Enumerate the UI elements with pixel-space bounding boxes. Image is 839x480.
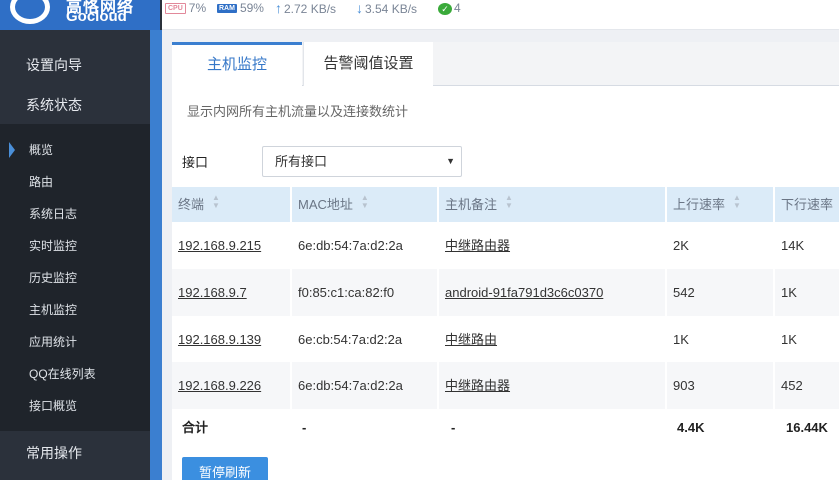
sidebar-item-app-stats[interactable]: 应用统计: [0, 326, 150, 358]
sort-icon[interactable]: ▲ ▼: [733, 194, 741, 210]
top-bar: 高恪网络 Gocloud CPU 7% RAM 59% ↑ 2.72 KB/s ↓ 3.…: [0, 0, 839, 30]
total-mac: -: [302, 420, 307, 435]
sidebar-item-route[interactable]: 路由: [0, 166, 150, 198]
total-download: 16.44K: [786, 420, 828, 435]
row-download: 1K: [775, 269, 839, 316]
upload-value: 2.72 KB/s: [284, 2, 337, 16]
download-stat: ↓ 3.54 KB/s: [356, 0, 417, 16]
sidebar-item-system-log[interactable]: 系统日志: [0, 198, 150, 230]
row-download: 452: [775, 362, 839, 409]
row-mac: f0:85:c1:ca:82:f0: [292, 269, 439, 316]
table-row: 192.168.9.226 6e:db:54:7a:d2:2a 中继路由器 90…: [172, 362, 839, 409]
sidebar-item-label: 概览: [29, 143, 54, 157]
sidebar-item-realtime-monitor[interactable]: 实时监控: [0, 230, 150, 262]
caret-down-icon: ▼: [446, 156, 455, 166]
interface-label: 接口: [182, 155, 209, 170]
upload-stat: ↑ 2.72 KB/s: [275, 0, 336, 16]
row-upload: 2K: [667, 222, 775, 269]
ram-icon: RAM: [217, 4, 237, 13]
sidebar-item-qq-online[interactable]: QQ在线列表: [0, 358, 150, 390]
active-arrow-icon: [9, 142, 15, 158]
table-row: 192.168.9.215 6e:db:54:7a:d2:2a 中继路由器 2K…: [172, 222, 839, 269]
interface-select[interactable]: 所有接口 ▼: [262, 146, 462, 177]
tab-alert-threshold[interactable]: 告警阈值设置: [303, 42, 433, 86]
column-header-upload[interactable]: 上行速率 ▲ ▼: [667, 187, 775, 222]
row-download: 14K: [775, 222, 839, 269]
connections-value: 4: [454, 1, 461, 15]
sidebar: 设置向导 系统状态 概览 路由 系统日志 实时监控 历史监控 主机监控 应用统计…: [0, 30, 150, 480]
status-bar: CPU 7% RAM 59% ↑ 2.72 KB/s ↓ 3.54 KB/s ✓ 4: [162, 0, 839, 30]
sidebar-item-overview[interactable]: 概览: [0, 134, 150, 166]
row-ip-link[interactable]: 192.168.9.226: [172, 362, 292, 409]
row-note-link[interactable]: 中继路由器: [439, 222, 667, 269]
interface-select-value: 所有接口: [275, 154, 328, 169]
row-mac: 6e:db:54:7a:d2:2a: [292, 222, 439, 269]
brand-name-en: Gocloud: [66, 8, 127, 25]
table-row: 192.168.9.7 f0:85:c1:ca:82:f0 android-91…: [172, 269, 839, 316]
table-header: 终端 ▲ ▼ MAC地址 ▲ ▼ 主机备注 ▲ ▼ 上行速率 ▲ ▼ 下行速率: [172, 187, 839, 222]
column-label: 主机备注: [445, 197, 498, 212]
cpu-stat: CPU 7%: [165, 0, 206, 16]
row-mac: 6e:cb:54:7a:d2:2a: [292, 316, 439, 363]
column-header-terminal[interactable]: 终端 ▲ ▼: [172, 187, 292, 222]
row-mac: 6e:db:54:7a:d2:2a: [292, 362, 439, 409]
column-header-note[interactable]: 主机备注 ▲ ▼: [439, 187, 667, 222]
tab-host-monitor[interactable]: 主机监控: [172, 42, 302, 87]
row-upload: 1K: [667, 316, 775, 363]
total-upload: 4.4K: [677, 420, 705, 435]
page-description: 显示内网所有主机流量以及连接数统计: [187, 104, 409, 119]
tab-bar: 主机监控 告警阈值设置: [172, 42, 839, 87]
row-note-link[interactable]: 中继路由器: [439, 362, 667, 409]
connection-check-icon: ✓: [438, 3, 452, 15]
ram-stat: RAM 59%: [217, 0, 264, 16]
logo: 高恪网络 Gocloud: [0, 0, 160, 30]
row-note-link[interactable]: android-91fa791d3c6c0370: [439, 269, 667, 316]
table-total-row: 合计 - - 4.4K 16.44K: [172, 409, 839, 447]
table-row: 192.168.9.139 6e:cb:54:7a:d2:2a 中继路由 1K …: [172, 316, 839, 363]
arrow-up-icon: ↑: [275, 0, 282, 16]
sidebar-section-common-ops[interactable]: 常用操作: [0, 443, 150, 463]
row-ip-link[interactable]: 192.168.9.7: [172, 269, 292, 316]
pause-refresh-button[interactable]: 暂停刷新: [182, 457, 268, 480]
sort-icon[interactable]: ▲ ▼: [212, 194, 220, 210]
row-upload: 903: [667, 362, 775, 409]
sidebar-rail: [150, 30, 162, 480]
total-note: -: [451, 420, 456, 435]
column-label: MAC地址: [298, 197, 353, 212]
sidebar-item-interface-overview[interactable]: 接口概览: [0, 390, 150, 422]
sort-icon[interactable]: ▲ ▼: [361, 194, 369, 210]
row-upload: 542: [667, 269, 775, 316]
download-value: 3.54 KB/s: [365, 2, 418, 16]
row-download: 1K: [775, 316, 839, 363]
column-header-mac[interactable]: MAC地址 ▲ ▼: [292, 187, 439, 222]
sidebar-item-history-monitor[interactable]: 历史监控: [0, 262, 150, 294]
arrow-down-icon: ↓: [356, 0, 363, 16]
total-label: 合计: [182, 420, 209, 435]
sidebar-section-system-status[interactable]: 系统状态: [0, 95, 150, 115]
column-header-download[interactable]: 下行速率: [775, 187, 839, 222]
cpu-value: 7%: [188, 1, 207, 15]
logo-icon: [10, 0, 50, 24]
column-label: 终端: [178, 197, 205, 212]
cpu-icon: CPU: [165, 3, 186, 14]
row-ip-link[interactable]: 192.168.9.215: [172, 222, 292, 269]
ram-value: 59%: [239, 1, 264, 15]
sidebar-item-host-monitor[interactable]: 主机监控: [0, 294, 150, 326]
row-note-link[interactable]: 中继路由: [439, 316, 667, 363]
connections-stat: ✓ 4: [438, 0, 461, 16]
sort-icon[interactable]: ▲ ▼: [505, 194, 513, 210]
sidebar-submenu: 概览 路由 系统日志 实时监控 历史监控 主机监控 应用统计 QQ在线列表 接口…: [0, 124, 150, 431]
column-label: 下行速率: [781, 197, 834, 212]
sidebar-section-setup[interactable]: 设置向导: [0, 55, 150, 75]
row-ip-link[interactable]: 192.168.9.139: [172, 316, 292, 363]
column-label: 上行速率: [673, 197, 726, 212]
